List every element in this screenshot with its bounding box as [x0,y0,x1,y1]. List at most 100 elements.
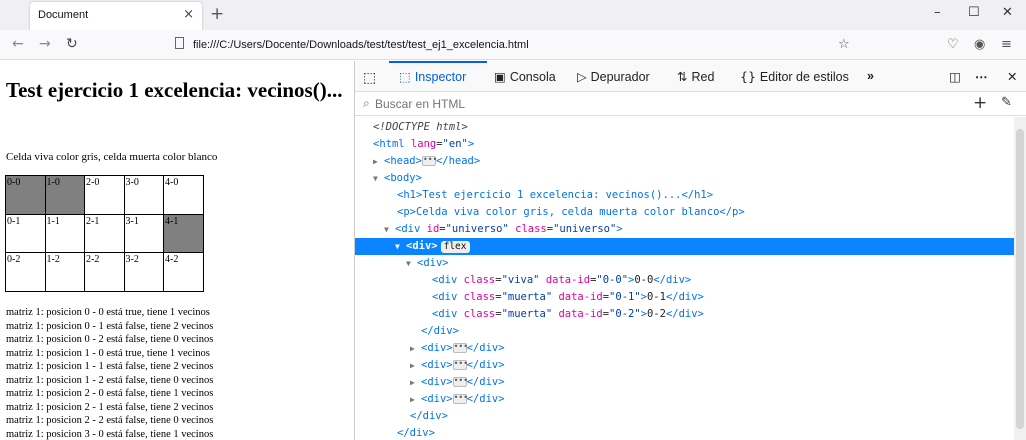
extensions-icon[interactable]: ◉ [974,37,985,52]
flex-badge[interactable]: flex [440,241,470,253]
close-devtools-icon[interactable]: ✕ [1007,69,1017,84]
dataid-attr: data-id [539,274,591,286]
tab-style-editor[interactable]: {} Editor de estilos [740,69,849,84]
bookmark-star-icon[interactable]: ☆ [838,37,850,52]
expand-icon[interactable]: ▶ [410,341,421,358]
more-tabs-icon[interactable]: » [867,69,874,83]
lang-attr: lang [404,138,437,150]
scrollbar-thumb[interactable] [1016,129,1024,429]
tab-title: Document [38,9,89,21]
page-subtitle: Celda viva color gris, celda muerta colo… [6,151,218,163]
dock-icon[interactable]: ◫ [949,69,961,84]
head-tag: <head> [384,155,422,167]
expand-icon[interactable]: ▶ [410,358,421,375]
expand-icon[interactable]: ▶ [410,392,421,409]
browser-tab[interactable]: Document × [30,2,202,30]
tab-inspector[interactable]: ⬚ Inspector [399,69,466,84]
div-close-tag: </div> [653,274,692,286]
dataid-attr: data-id [552,308,603,320]
div-close-tag: </div> [421,325,459,337]
div-tag: <div> [421,359,453,371]
expand-icon[interactable]: ▶ [373,154,384,171]
cell-dead: 3-2 [123,252,164,292]
expand-icon[interactable]: ▶ [410,375,421,392]
tree-node-collapsed-div[interactable]: ▶ <div>•••</div> [355,374,1015,391]
div-tag: <div> [421,342,453,354]
div-tag: <div> [421,376,453,388]
tab-console[interactable]: ▣ Consola [494,69,556,84]
cell-alive: 0-0 [5,175,46,215]
page-content: Test ejercicio 1 excelencia: vecinos()..… [0,61,354,440]
tree-node-collapsed-div[interactable]: ▶ <div>•••</div> [355,340,1015,357]
eyedropper-icon[interactable]: ✎ [1001,95,1012,110]
tree-node-collapsed-div[interactable]: ▶ <div>•••</div> [355,357,1015,374]
forward-icon[interactable]: → [39,36,51,52]
tree-node-cell[interactable]: <div class="viva" data-id="0-0">0-0</div… [355,272,1015,289]
tree-node-doctype[interactable]: <!DOCTYPE html> [355,119,1015,136]
dataid-val: "0-1" [609,291,641,303]
tree-node-h1[interactable]: <h1>Test ejercicio 1 excelencia: vecinos… [355,187,1015,204]
cell-dead: 3-0 [123,175,164,215]
html-search-input[interactable] [375,96,935,112]
log-line: matriz 1: posicion 2 - 2 está false, tie… [6,415,214,426]
collapse-icon[interactable]: ▼ [406,256,417,273]
class-attr: class [508,223,547,235]
reload-icon[interactable]: ↻ [66,36,78,52]
collapsed-icon[interactable]: ••• [452,360,468,370]
tree-node-p[interactable]: <p>Celda viva color gris, celda muerta c… [355,204,1015,221]
debugger-icon: ▷ [577,69,587,84]
element-picker-icon[interactable]: ⬚ [363,69,376,86]
class-val: "muerta" [501,308,553,320]
maximize-icon[interactable]: ☐ [968,5,980,20]
log-line: matriz 1: posicion 3 - 0 está false, tie… [6,428,214,440]
body-tag: <body> [384,172,422,184]
log-line: matriz 1: posicion 1 - 0 está true, tien… [6,347,210,359]
tree-node-cell[interactable]: <div class="muerta" data-id="0-2">0-2</d… [355,306,1015,323]
dataid-attr: data-id [552,291,603,303]
collapsed-icon[interactable]: ••• [421,156,437,166]
class-attr: class [457,308,496,320]
collapsed-icon[interactable]: ••• [452,377,468,387]
tree-node-universo-close[interactable]: </div> [355,425,1015,440]
collapsed-icon[interactable]: ••• [452,343,468,353]
tree-node-cell[interactable]: <div class="muerta" data-id="0-1">0-1</d… [355,289,1015,306]
add-node-icon[interactable]: + [973,93,987,113]
close-window-icon[interactable]: ✕ [1002,5,1013,20]
tab-debugger[interactable]: ▷ Depurador [577,69,650,84]
doctype-text: <!DOCTYPE html> [373,121,468,133]
search-icon: ⌕ [363,96,370,110]
back-icon[interactable]: ← [12,36,24,52]
h1-line: <h1>Test ejercicio 1 excelencia: vecinos… [397,189,714,201]
cell-text: 0-0 [634,274,654,286]
menu-icon[interactable]: ≡ [1001,37,1012,52]
minimize-icon[interactable]: – [934,5,941,20]
tab-console-label: Consola [509,70,556,84]
pocket-icon[interactable]: ♡ [947,37,959,52]
url-bar[interactable]: file:///C:/Users/Docente/Downloads/test/… [193,39,529,51]
tree-node-body[interactable]: ▼ <body> [355,170,1015,187]
log-line: matriz 1: posicion 0 - 2 está false, tie… [6,334,214,345]
new-tab-icon[interactable]: + [210,4,224,24]
tree-node-head[interactable]: ▶ <head>•••</head> [355,153,1015,170]
tree-node-collapsed-div[interactable]: ▶ <div>•••</div> [355,391,1015,408]
close-tab-icon[interactable]: × [183,7,194,22]
markup-scrollbar[interactable] [1014,117,1026,440]
tree-node-selected-div[interactable]: ▼ <div> flex [355,238,1015,255]
collapse-icon[interactable]: ▼ [384,222,395,239]
tab-network[interactable]: ⇅ Red [677,69,714,84]
collapse-icon[interactable]: ▼ [395,239,406,256]
collapsed-icon[interactable]: ••• [452,394,468,404]
id-val: "universo" [445,223,509,235]
tree-node-column-div[interactable]: ▼ <div> [355,255,1015,272]
options-icon[interactable]: ⋯ [975,69,988,84]
p-line: <p>Celda viva color gris, celda muerta c… [397,206,745,218]
tree-node-div-close[interactable]: </div> [355,408,1015,425]
console-icon: ▣ [494,69,506,84]
tree-node-html[interactable]: <html lang="en"> [355,136,1015,153]
universe-grid: 0-0 1-0 2-0 3-0 4-0 0-1 1-1 2-1 3-1 4-1 0-2 1-2 2-2 3… [5,175,204,292]
tree-node-column-close[interactable]: </div> [355,323,1015,340]
cell-dead: 4-2 [163,252,204,292]
tree-node-universo[interactable]: ▼ <div id="universo" class="universo"> [355,221,1015,238]
collapse-icon[interactable]: ▼ [373,171,384,188]
page-icon [175,37,184,49]
